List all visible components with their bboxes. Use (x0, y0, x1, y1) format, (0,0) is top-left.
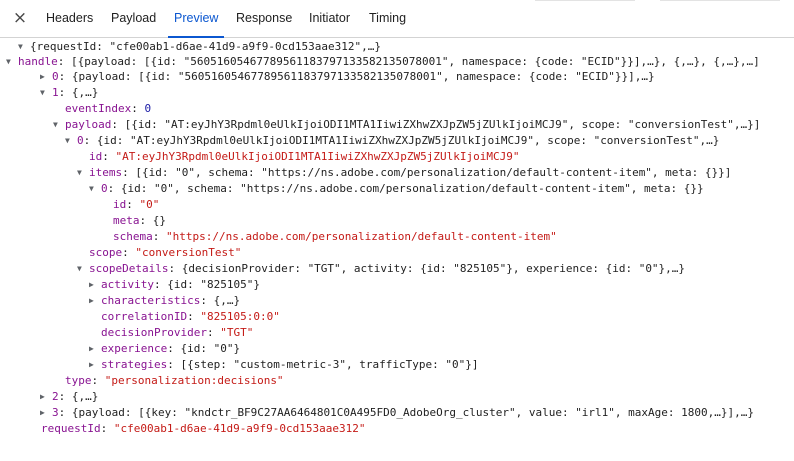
tab-headers[interactable]: Headers (46, 0, 93, 37)
json-string-value: "personalization:decisions" (104, 374, 284, 387)
tree-row-requestid[interactable]: requestId: "cfe00ab1-d6ae-41d9-a9f9-0cd1… (0, 420, 794, 438)
json-key: eventIndex (65, 102, 132, 115)
json-preview: {id: "0"} (180, 342, 241, 355)
json-string-value: "conversionTest" (135, 246, 242, 259)
json-key: decisionProvider (101, 326, 207, 339)
json-preview: {payload: [{key: "kndctr_BF9C27AA6464801… (71, 406, 754, 419)
json-number-value: 0 (144, 102, 152, 115)
json-key: scopeDetails (89, 262, 169, 275)
json-key: 3 (52, 406, 59, 419)
json-string-value: "0" (139, 198, 160, 211)
json-string-value: "TGT" (220, 326, 254, 339)
devtools-tab-bar: × Headers Payload Preview Response Initi… (0, 0, 794, 38)
json-key: correlationID (101, 310, 188, 323)
json-preview: {payload: [{id: "56051605467789561183797… (71, 70, 655, 83)
json-key: strategies (101, 358, 168, 371)
json-key: requestId (41, 422, 101, 435)
close-icon[interactable]: × (10, 8, 30, 28)
tab-response[interactable]: Response (236, 0, 292, 37)
json-key: 0 (52, 70, 59, 83)
json-preview: [{payload: [{id: "5605160546778956118379… (71, 55, 760, 68)
json-key: payload (65, 118, 112, 131)
tab-preview-label: Preview (174, 11, 219, 25)
json-string-value: "https://ns.adobe.com/personalization/de… (166, 230, 557, 243)
json-key: experience (101, 342, 168, 355)
root-preview: {requestId: "cfe00ab1-d6ae-41d9-a9f9-0cd… (30, 40, 381, 53)
json-key: id (113, 198, 127, 211)
json-preview: {id: "AT:eyJhY3Rpdml0eUlkIjoiODI1MTA1Iiw… (96, 134, 720, 147)
json-string-value: "AT:eyJhY3Rpdml0eUlkIjoiODI1MTA1IiwiZXhw… (115, 150, 520, 163)
json-preview: {decisionProvider: "TGT", activity: {id:… (181, 262, 686, 275)
json-preview: {} (152, 214, 166, 227)
json-key: items (89, 166, 123, 179)
json-key: id (89, 150, 103, 163)
json-preview: {,…} (213, 294, 241, 307)
json-key: type (65, 374, 92, 387)
tab-timing[interactable]: Timing (369, 0, 406, 37)
tab-payload[interactable]: Payload (111, 0, 156, 37)
json-key: characteristics (101, 294, 201, 307)
json-preview: [{step: "custom-metric-3", trafficType: … (180, 358, 479, 371)
json-preview: [{id: "AT:eyJhY3Rpdml0eUlkIjoiODI1MTA1Ii… (124, 118, 761, 131)
tab-preview[interactable]: Preview (168, 0, 225, 38)
json-preview: {id: "825105"} (167, 278, 260, 291)
json-key: 2 (52, 390, 59, 403)
tab-initiator[interactable]: Initiator (309, 0, 350, 37)
json-key: scope (89, 246, 123, 259)
json-key: meta (113, 214, 140, 227)
json-string-value: "cfe00ab1-d6ae-41d9-a9f9-0cd153aae312" (113, 422, 366, 435)
json-key: 0 (101, 182, 108, 195)
json-preview: {id: "0", schema: "https://ns.adobe.com/… (120, 182, 704, 195)
json-key: schema (113, 230, 153, 243)
json-preview: {,…} (71, 86, 99, 99)
json-preview: {,…} (71, 390, 99, 403)
top-border-segment (660, 0, 780, 1)
json-key: activity (101, 278, 154, 291)
top-border-segment (535, 0, 635, 1)
json-preview: [{id: "0", schema: "https://ns.adobe.com… (135, 166, 732, 179)
json-key: 0 (77, 134, 84, 147)
json-key: handle (18, 55, 58, 68)
json-string-value: "825105:0:0" (200, 310, 280, 323)
json-key: 1 (52, 86, 59, 99)
